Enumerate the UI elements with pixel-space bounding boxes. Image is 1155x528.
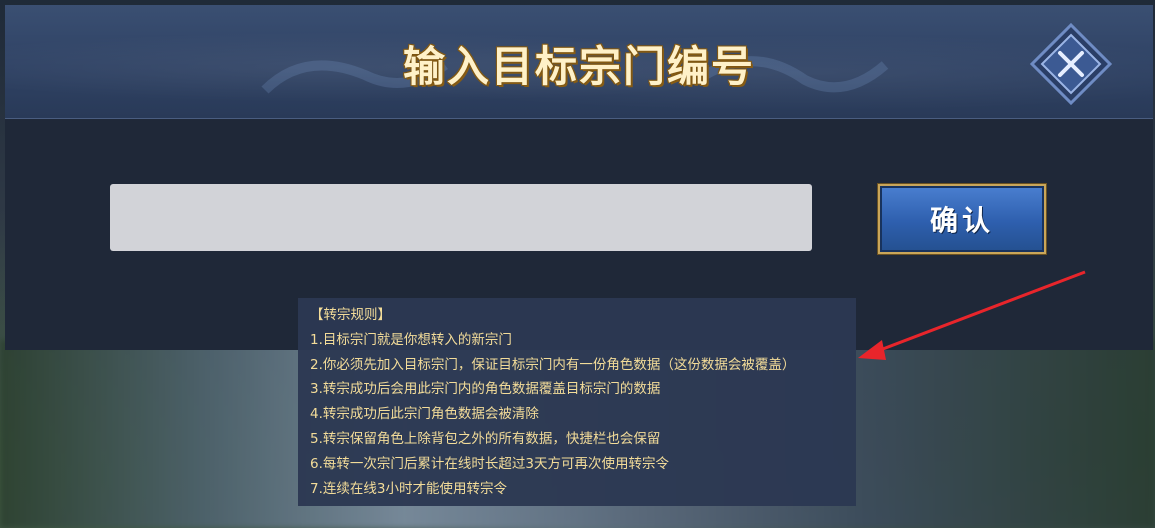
- close-x-icon: [1029, 22, 1113, 106]
- transfer-rules-panel: 【转宗规则】 1.目标宗门就是你想转入的新宗门 2.你必须先加入目标宗门，保证目…: [298, 298, 856, 506]
- dialog-title: 输入目标宗门编号: [402, 42, 755, 91]
- dialog-header: 输入目标宗门编号: [5, 5, 1153, 119]
- rule-item: 7.连续在线3小时才能使用转宗令: [310, 480, 507, 497]
- rule-item: 1.目标宗门就是你想转入的新宗门: [310, 331, 512, 348]
- rule-item: 4.转宗成功后此宗门角色数据会被清除: [310, 406, 539, 423]
- confirm-button[interactable]: 确认: [878, 184, 1046, 254]
- rule-item: 6.每转一次宗门后累计在线时长超过3天方可再次使用转宗令: [310, 455, 669, 472]
- rule-item: 5.转宗保留角色上除背包之外的所有数据，快捷栏也会保留: [310, 430, 661, 447]
- rule-item: 2.你必须先加入目标宗门，保证目标宗门内有一份角色数据（这份数据会被覆盖）: [310, 356, 796, 373]
- rule-item: 3.转宗成功后会用此宗门内的角色数据覆盖目标宗门的数据: [310, 381, 661, 398]
- close-button[interactable]: [1029, 22, 1113, 106]
- sect-number-input[interactable]: [110, 184, 812, 251]
- rules-heading: 【转宗规则】: [310, 307, 391, 323]
